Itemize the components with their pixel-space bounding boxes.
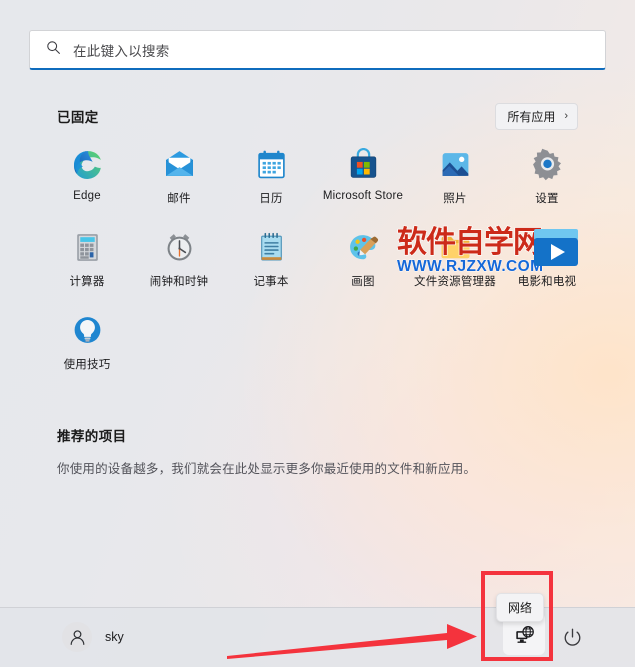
all-apps-button[interactable]: 所有应用 › [495,102,578,130]
start-menu-root: 在此键入以搜索 已固定 所有应用 › Edge 邮件 日历 Microsoft … [0,0,635,667]
movies-tv-icon [530,230,564,264]
app-label: 电影和电视 [517,276,577,288]
app-label: 闹钟和时钟 [149,276,209,288]
pinned-row-1: Edge 邮件 日历 Microsoft Store 照片 设置 [41,142,593,225]
microsoft-store-icon [346,147,380,181]
app-label: 照片 [443,193,467,205]
photos-icon [438,147,472,181]
app-tile-file-explorer[interactable]: 文件资源管理器 [409,225,501,308]
search-input[interactable]: 在此键入以搜索 [29,30,606,70]
paint-palette-icon [346,230,380,264]
app-tile-mail[interactable]: 邮件 [133,142,225,225]
calculator-icon [70,230,104,264]
all-apps-label: 所有应用 [507,109,556,124]
app-tile-movies-tv[interactable]: 电影和电视 [501,225,593,308]
app-tile-settings[interactable]: 设置 [501,142,593,225]
app-tile-photos[interactable]: 照片 [409,142,501,225]
network-tooltip: 网络 [496,593,545,622]
notepad-icon [254,230,288,264]
app-tile-microsoft-store[interactable]: Microsoft Store [317,142,409,225]
network-globe-icon [515,625,534,643]
app-tile-tips[interactable]: 使用技巧 [41,308,133,391]
pinned-app-grid: Edge 邮件 日历 Microsoft Store 照片 设置 计算器 闹钟和… [41,142,593,391]
pinned-title: 已固定 [57,110,99,125]
mail-icon [162,147,196,181]
search-placeholder-text: 在此键入以搜索 [73,43,170,59]
recommended-title: 推荐的项目 [57,429,127,444]
app-tile-notepad[interactable]: 记事本 [225,225,317,308]
app-label: 计算器 [69,276,105,288]
file-explorer-icon [438,230,472,264]
pinned-header: 已固定 所有应用 › [57,102,578,130]
recommended-description: 你使用的设备越多，我们就会在此处显示更多你最近使用的文件和新应用。 [57,462,477,476]
app-tile-calendar[interactable]: 日历 [225,142,317,225]
app-tile-edge[interactable]: Edge [41,142,133,225]
edge-icon [70,147,104,181]
user-avatar-icon [62,622,92,652]
app-tile-calculator[interactable]: 计算器 [41,225,133,308]
user-name-label: sky [105,630,124,644]
app-label: 邮件 [167,193,191,205]
pinned-row-2: 计算器 闹钟和时钟 记事本 画图 文件资源管理器 电影和电视 [41,225,593,308]
power-button[interactable] [557,622,587,652]
pinned-row-3: 使用技巧 [41,308,593,391]
app-label: 画图 [351,276,375,288]
search-icon [46,40,61,60]
app-label: Microsoft Store [322,190,404,202]
user-account-button[interactable]: sky [62,622,124,652]
app-label: Edge [73,190,101,202]
search-bar[interactable]: 在此键入以搜索 [29,30,606,70]
alarm-clock-icon [162,230,196,264]
app-tile-paint[interactable]: 画图 [317,225,409,308]
app-tile-alarm-clock[interactable]: 闹钟和时钟 [133,225,225,308]
app-label: 文件资源管理器 [414,276,496,288]
app-label: 记事本 [253,276,289,288]
calendar-icon [254,147,288,181]
chevron-right-icon: › [564,109,568,122]
settings-gear-icon [530,147,564,181]
app-label: 设置 [535,193,559,205]
tips-lightbulb-icon [70,313,104,347]
app-label: 使用技巧 [63,359,111,371]
app-label: 日历 [259,193,283,205]
power-icon [564,628,580,646]
